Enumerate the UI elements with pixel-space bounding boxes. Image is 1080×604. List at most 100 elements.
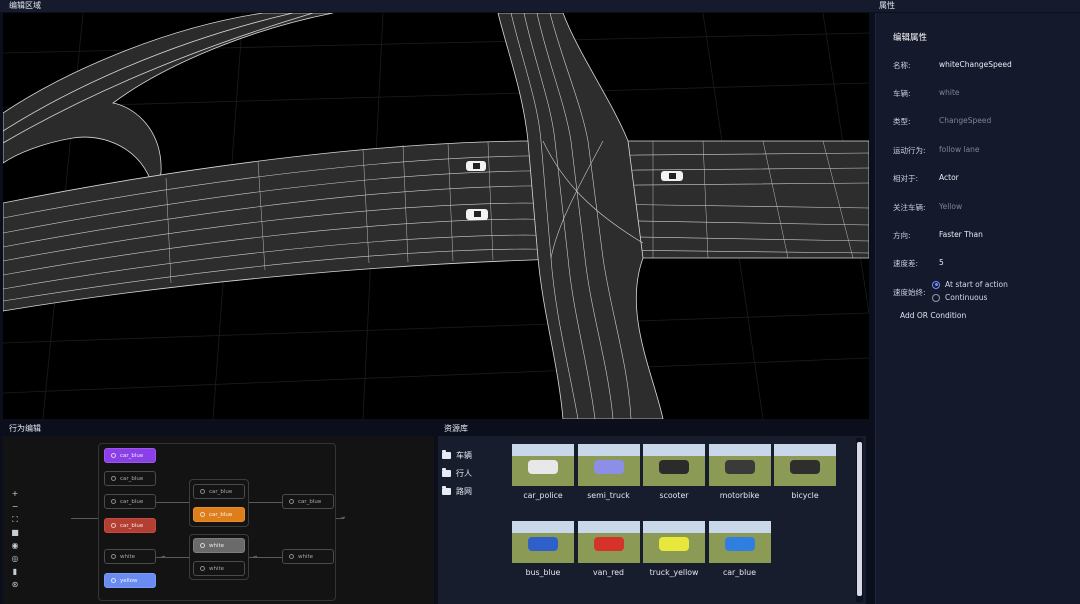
behavior-node[interactable]: white xyxy=(282,549,334,564)
prop-label-speed-start: 速度始终: xyxy=(893,288,926,297)
prop-label-vehicle: 车辆: xyxy=(893,89,911,98)
prop-value-motion[interactable]: follow lane xyxy=(939,145,980,154)
prop-label-speed-diff: 速度差: xyxy=(893,259,919,268)
vehicle-car-2[interactable] xyxy=(661,171,683,181)
properties-heading: 编辑属性 xyxy=(893,33,928,43)
asset-model-icon xyxy=(593,460,624,474)
asset-model-icon xyxy=(724,537,755,551)
asset-thumbnail xyxy=(577,521,640,563)
asset-name: truck_yellow xyxy=(649,568,699,577)
behavior-node[interactable]: white xyxy=(193,561,245,576)
prop-value-vehicle[interactable]: white xyxy=(939,88,960,97)
thumbnail-sky xyxy=(774,444,836,456)
radio-continuous[interactable]: Continuous xyxy=(932,293,987,302)
zoom-in-icon[interactable]: + xyxy=(9,488,21,500)
resource-library-panel: 车辆 行人 路网 car_police semi_truck scooter moto… xyxy=(438,436,866,604)
node-label: yellow xyxy=(120,577,138,584)
asset-thumbnail xyxy=(577,444,640,486)
node-label: white xyxy=(209,565,225,572)
asset-name: car_police xyxy=(523,491,563,500)
asset-model-icon xyxy=(659,537,689,551)
asset-card[interactable]: van_red xyxy=(577,521,640,577)
node-icon xyxy=(111,523,116,528)
prop-label-motion: 运动行为: xyxy=(893,146,926,155)
folder-icon xyxy=(442,467,451,477)
asset-card[interactable]: car_blue xyxy=(708,521,771,577)
behavior-node[interactable]: car_blue xyxy=(104,471,156,486)
node-icon xyxy=(200,566,205,571)
asset-card[interactable]: motorbike xyxy=(708,444,771,500)
asset-card[interactable]: scooter xyxy=(643,444,705,500)
asset-card[interactable]: bus_blue xyxy=(512,521,574,577)
behavior-node[interactable]: car_blue xyxy=(193,507,245,522)
record-icon[interactable]: ◉ xyxy=(9,540,21,552)
settings-icon[interactable]: ⊛ xyxy=(9,579,21,591)
behavior-node[interactable]: white xyxy=(193,538,245,553)
node-label: car_blue xyxy=(298,498,322,505)
thumbnail-sky xyxy=(512,444,574,456)
behavior-node[interactable]: car_blue xyxy=(193,484,245,499)
library-scrollbar[interactable] xyxy=(856,438,863,602)
edit-area-viewport[interactable] xyxy=(3,13,869,419)
add-or-condition-button[interactable]: Add OR Condition xyxy=(900,311,966,320)
node-icon xyxy=(111,578,116,583)
node-label: car_blue xyxy=(209,511,233,518)
road-network-canvas[interactable] xyxy=(3,13,869,419)
node-icon xyxy=(111,476,116,481)
node-label: car_blue xyxy=(209,488,233,495)
scrollbar-thumb[interactable] xyxy=(857,442,862,596)
asset-name: van_red xyxy=(592,568,624,577)
prop-value-name[interactable]: whiteChangeSpeed xyxy=(939,60,1012,69)
target-icon[interactable]: ◎ xyxy=(9,553,21,565)
folder-icon xyxy=(442,449,451,459)
radio-checked-icon[interactable] xyxy=(932,280,940,289)
thumbnail-sky xyxy=(512,521,574,533)
asset-model-icon xyxy=(528,537,558,551)
radio-at-start[interactable]: At start of action xyxy=(932,280,1008,289)
node-icon xyxy=(200,543,205,548)
vehicle-car-1[interactable] xyxy=(466,161,486,171)
tree-item-road-network[interactable]: 路网 xyxy=(442,482,472,500)
prop-value-target-vehicle[interactable]: Yellow xyxy=(939,202,962,211)
asset-card[interactable]: semi_truck xyxy=(577,444,640,500)
prop-label-relative: 相对于: xyxy=(893,174,919,183)
asset-thumbnail xyxy=(643,444,705,486)
tree-item-vehicles[interactable]: 车辆 xyxy=(442,446,472,464)
asset-card[interactable]: car_police xyxy=(512,444,574,500)
vehicle-car-3[interactable] xyxy=(466,209,488,220)
tree-item-label: 车辆 xyxy=(456,450,472,460)
tree-item-label: 行人 xyxy=(456,468,472,478)
delete-icon[interactable]: ▮ xyxy=(9,566,21,578)
prop-label-direction: 方向: xyxy=(893,231,911,240)
lock-icon[interactable]: ■ xyxy=(9,527,21,539)
prop-value-type[interactable]: ChangeSpeed xyxy=(939,116,991,125)
fit-view-icon[interactable]: ⛶ xyxy=(9,514,21,526)
asset-model-icon xyxy=(724,460,755,474)
properties-panel: 编辑属性 名称: whiteChangeSpeed 车辆: white 类型: … xyxy=(875,13,1080,604)
behavior-node[interactable]: car_blue xyxy=(104,448,156,463)
zoom-out-icon[interactable]: − xyxy=(9,501,21,513)
tree-item-pedestrians[interactable]: 行人 xyxy=(442,464,472,482)
prop-value-speed-diff[interactable]: 5 xyxy=(939,258,944,267)
behavior-toolbar: + − ⛶ ■ ◉ ◎ ▮ ⊛ xyxy=(9,488,21,592)
behavior-node[interactable]: car_blue xyxy=(104,518,156,533)
asset-model-icon xyxy=(528,460,558,474)
edit-area-title: 编辑区域 xyxy=(0,0,872,12)
behavior-node[interactable]: car_blue xyxy=(104,494,156,509)
asset-model-icon xyxy=(790,460,820,474)
folder-icon xyxy=(442,485,451,495)
node-icon xyxy=(200,512,205,517)
behavior-node[interactable]: white xyxy=(104,549,156,564)
node-icon xyxy=(111,499,116,504)
asset-model-icon xyxy=(659,460,689,474)
behavior-node[interactable]: car_blue xyxy=(282,494,334,509)
connector-line xyxy=(71,518,99,519)
asset-card[interactable]: truck_yellow xyxy=(643,521,705,577)
behavior-editor-title: 行为编辑 xyxy=(9,424,41,433)
prop-value-direction[interactable]: Faster Than xyxy=(939,230,983,239)
behavior-node[interactable]: yellow xyxy=(104,573,156,588)
tree-item-label: 路网 xyxy=(456,486,472,496)
radio-unchecked-icon[interactable] xyxy=(932,293,940,302)
prop-value-relative[interactable]: Actor xyxy=(939,173,959,182)
asset-card[interactable]: bicycle xyxy=(774,444,836,500)
